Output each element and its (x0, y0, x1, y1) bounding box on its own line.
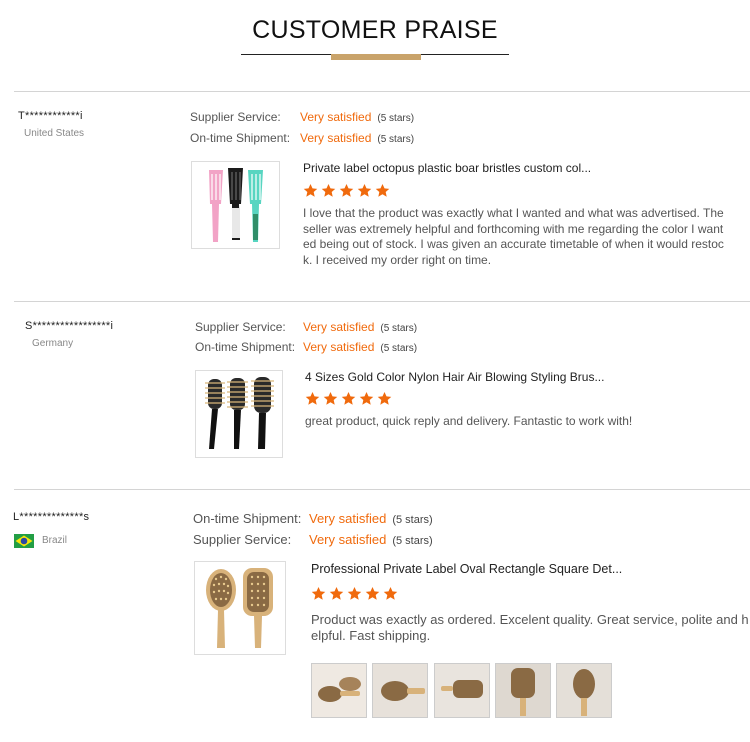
star-icon (359, 391, 374, 405)
rating-row: Supplier Service: Very satisfied (5 stars) (193, 532, 433, 547)
bamboo-brush-image[interactable] (194, 561, 286, 655)
rating-row: Supplier Service: Very satisfied (5 stars) (195, 320, 417, 334)
review-separator (14, 489, 750, 490)
rating-value: Very satisfied (303, 340, 375, 354)
star-icon (321, 183, 336, 197)
rating-stars-text: (5 stars) (377, 113, 415, 124)
review-photo-thumbnail[interactable] (556, 663, 612, 718)
star-icon (339, 183, 354, 197)
rating-row: On-time Shipment: Very satisfied (5 stars) (193, 511, 433, 526)
review-comment: Product was exactly as ordered. Excelent… (311, 612, 749, 643)
round-brush-image[interactable] (195, 370, 283, 458)
star-icon (375, 183, 390, 197)
rating-label: Supplier Service: (195, 320, 286, 334)
star-icon (303, 183, 318, 197)
star-icon (365, 586, 380, 600)
rating-label: Supplier Service: (193, 532, 292, 547)
title-accent-bar (331, 54, 421, 60)
rating-label: Supplier Service: (190, 110, 281, 124)
rating-stars-text: (5 stars) (392, 514, 433, 526)
product-title-link[interactable]: Professional Private Label Oval Rectangl… (311, 562, 622, 576)
reviewer-name: S*****************i (25, 320, 114, 332)
review-comment: great product, quick reply and delivery.… (305, 414, 633, 428)
star-icon (341, 391, 356, 405)
star-icon (305, 391, 320, 405)
product-title-link[interactable]: 4 Sizes Gold Color Nylon Hair Air Blowin… (305, 370, 604, 384)
rating-stars-text: (5 stars) (380, 323, 418, 334)
product-title-link[interactable]: Private label octopus plastic boar brist… (303, 161, 591, 175)
rating-value: Very satisfied (309, 532, 387, 547)
reviewer-country: Brazil (42, 535, 68, 546)
rating-value: Very satisfied (300, 110, 372, 124)
reviewer-name: L**************s (13, 511, 90, 523)
rating-stars-text: (5 stars) (392, 535, 433, 547)
rating-stars-text: (5 stars) (380, 343, 418, 354)
review-comment: I love that the product was exactly what… (303, 206, 724, 267)
reviewer-country: United States (24, 128, 85, 139)
page-title: CUSTOMER PRAISE (252, 16, 498, 44)
reviewer-name: T************i (18, 110, 83, 122)
review-separator (14, 91, 750, 92)
review-separator (14, 301, 750, 302)
star-icon (329, 586, 344, 600)
rating-row: On-time Shipment: Very satisfied (5 stars) (195, 340, 417, 354)
rating-value: Very satisfied (309, 511, 387, 526)
reviewer-country: Germany (32, 338, 74, 349)
rating-value: Very satisfied (303, 320, 375, 334)
star-rating (311, 586, 401, 602)
star-icon (347, 586, 362, 600)
star-rating (303, 183, 393, 199)
detangling-brush-image[interactable] (191, 161, 280, 249)
review-photo-thumbnail[interactable] (372, 663, 428, 718)
brazil-flag-icon (14, 534, 34, 548)
rating-label: On-time Shipment: (190, 131, 291, 145)
review-photo-thumbnail[interactable] (434, 663, 490, 718)
review-photo-thumbnail[interactable] (495, 663, 551, 718)
star-rating (305, 391, 395, 407)
star-icon (383, 586, 398, 600)
star-icon (311, 586, 326, 600)
rating-label: On-time Shipment: (193, 511, 302, 526)
rating-row: On-time Shipment: Very satisfied (5 stars) (190, 131, 414, 145)
rating-stars-text: (5 stars) (377, 134, 415, 145)
star-icon (357, 183, 372, 197)
rating-row: Supplier Service: Very satisfied (5 stars) (190, 110, 414, 124)
star-icon (323, 391, 338, 405)
rating-value: Very satisfied (300, 131, 372, 145)
review-photo-thumbnail[interactable] (311, 663, 367, 718)
rating-label: On-time Shipment: (195, 340, 296, 354)
star-icon (377, 391, 392, 405)
